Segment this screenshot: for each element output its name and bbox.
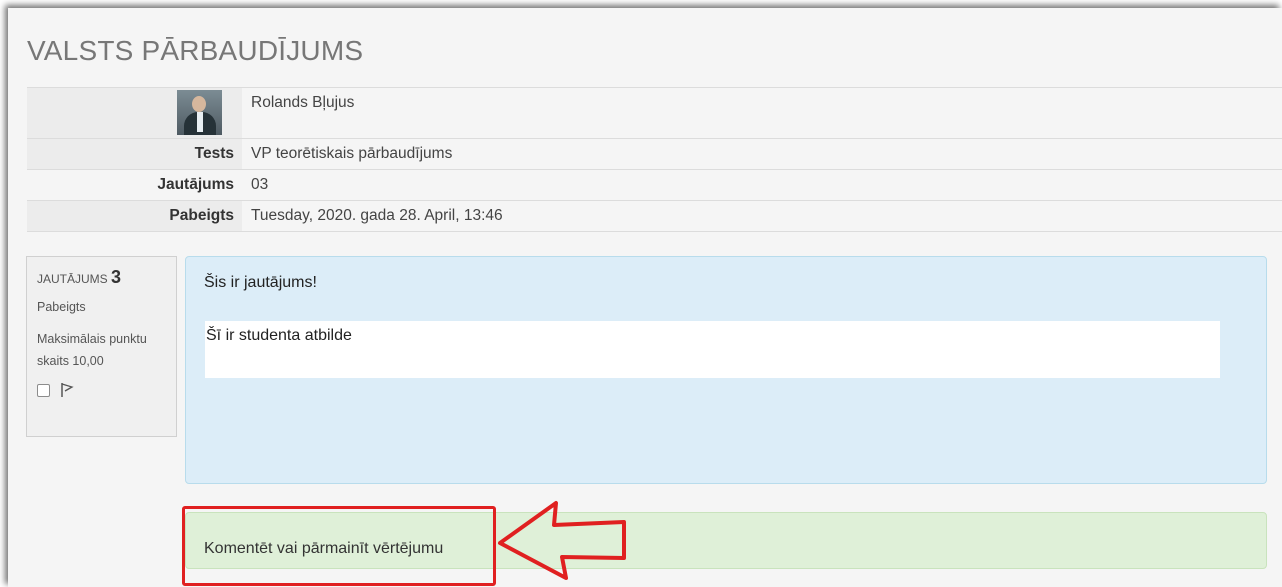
question-content: Šis ir jautājums! Šī ir studenta atbilde	[185, 256, 1267, 484]
summary-user-cell	[27, 88, 242, 138]
flag-icon[interactable]	[60, 382, 74, 398]
summary-label-test: Tests	[27, 139, 242, 169]
summary-row-question: Jautājums 03	[27, 169, 1282, 200]
question-info-box: JAUTĀJUMS 3 Pabeigts Maksimālais punktu …	[26, 256, 177, 437]
question-grade: Maksimālais punktu skaits 10,00	[37, 332, 147, 368]
summary-label-finished: Pabeigts	[27, 201, 242, 231]
question-number-value: 3	[111, 267, 122, 287]
summary-row-finished: Pabeigts Tuesday, 2020. gada 28. April, …	[27, 200, 1282, 232]
review-window: VALSTS PĀRBAUDĪJUMS Rolands Bļujus Tests…	[8, 8, 1282, 587]
summary-value-finished: Tuesday, 2020. gada 28. April, 13:46	[251, 207, 503, 224]
summary-row-user: Rolands Bļujus	[27, 87, 1282, 138]
flag-row	[37, 382, 166, 398]
comment-or-override-link[interactable]: Komentēt vai pārmainīt vērtējumu	[204, 540, 443, 558]
summary-label-question: Jautājums	[157, 176, 234, 193]
summary-row-test: Tests VP teorētiskais pārbaudījums	[27, 138, 1282, 169]
user-avatar[interactable]	[177, 90, 222, 135]
summary-value-question: 03	[251, 176, 269, 193]
attempt-summary-table: Rolands Bļujus Tests VP teorētiskais pār…	[27, 87, 1282, 232]
summary-value-test: VP teorētiskais pārbaudījums	[251, 145, 453, 162]
question-text: Šis ir jautājums!	[204, 274, 317, 291]
flag-checkbox[interactable]	[37, 383, 50, 397]
page-title: VALSTS PĀRBAUDĪJUMS	[27, 35, 364, 66]
question-number: JAUTĀJUMS 3	[37, 267, 166, 288]
student-answer-box: Šī ir studenta atbilde	[205, 321, 1220, 378]
question-number-prefix: JAUTĀJUMS	[37, 272, 108, 286]
question-state: Pabeigts	[37, 300, 86, 314]
user-name-link[interactable]: Rolands Bļujus	[242, 88, 1282, 138]
